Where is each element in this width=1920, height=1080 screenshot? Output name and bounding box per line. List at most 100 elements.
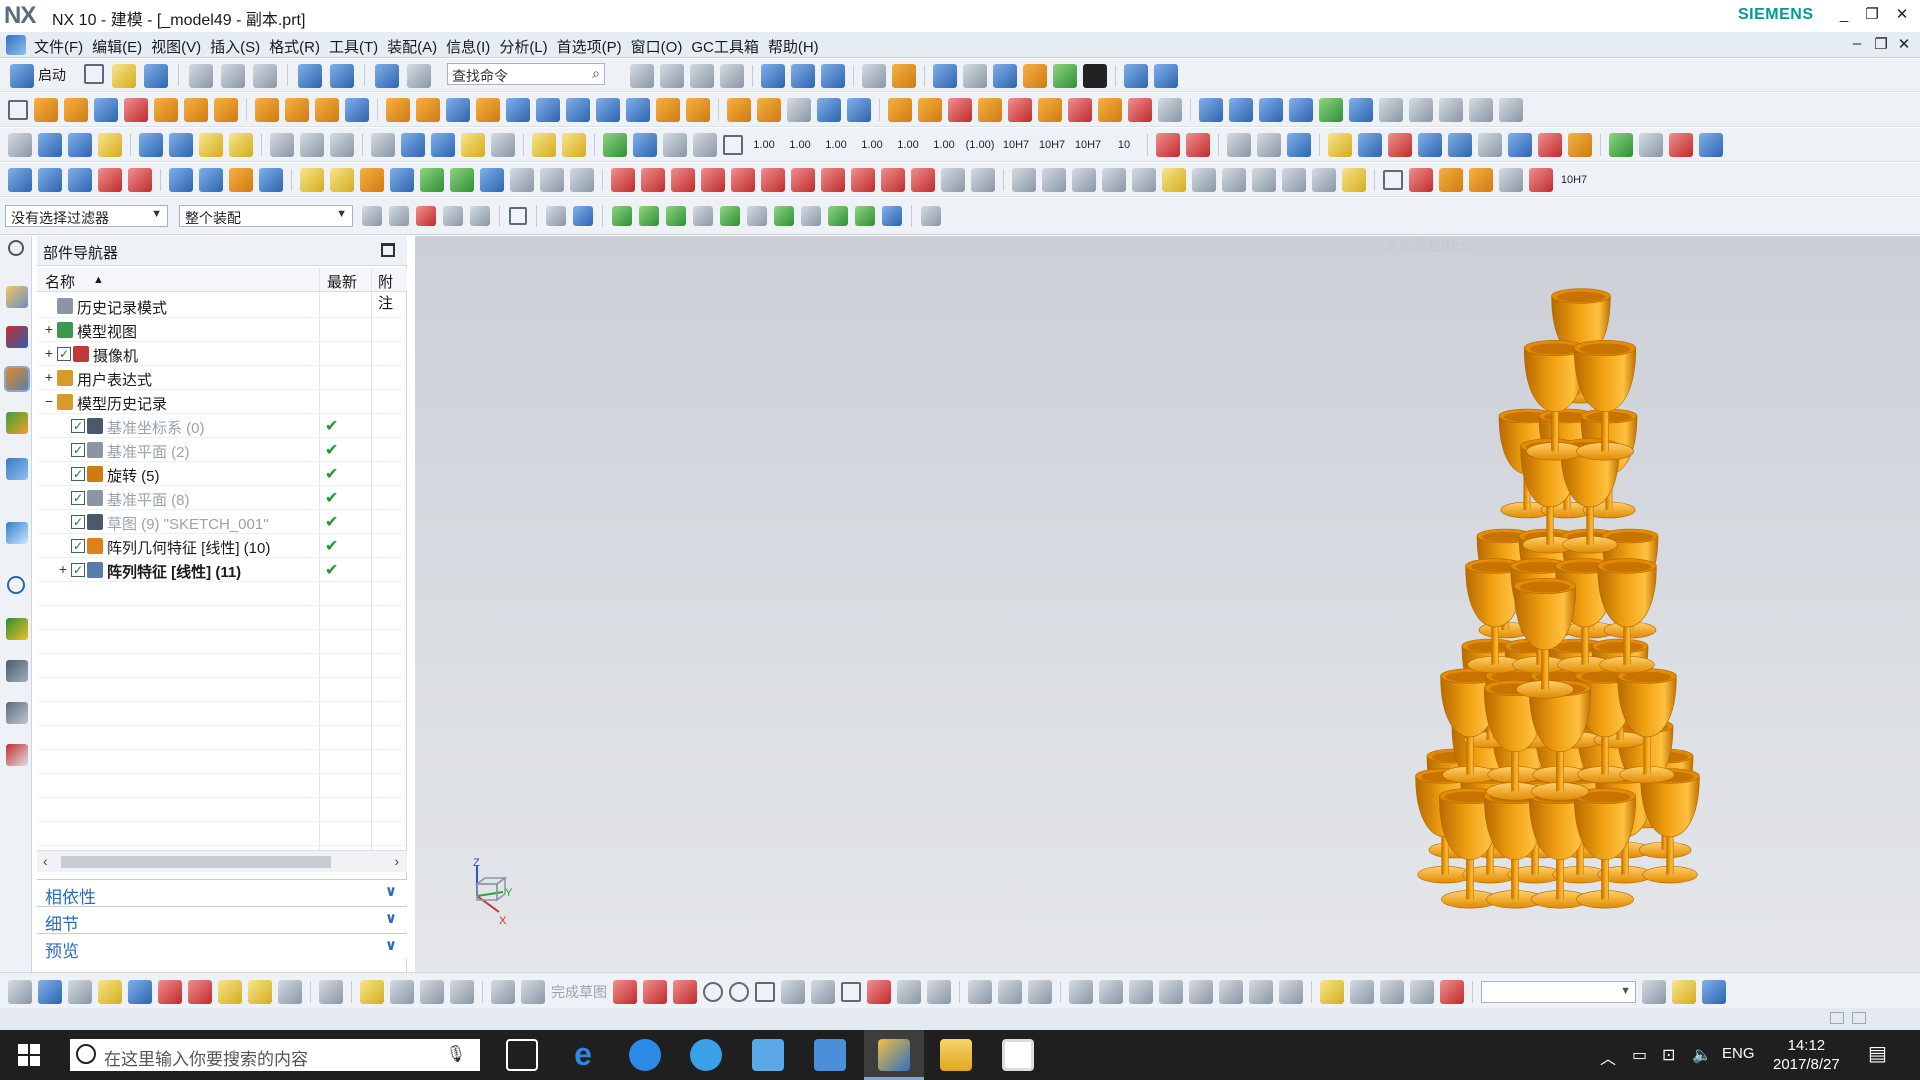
- tree-row[interactable]: + 用户表达式: [37, 366, 407, 390]
- tree-expander-icon[interactable]: +: [43, 321, 55, 337]
- system-scenes-icon[interactable]: [6, 744, 28, 766]
- divide-icon[interactable]: [450, 168, 474, 192]
- pattern-icon[interactable]: [315, 98, 339, 122]
- tree-checkbox[interactable]: ✓: [71, 419, 85, 433]
- file-explorer-icon[interactable]: [940, 1039, 972, 1071]
- groove-icon[interactable]: [285, 98, 309, 122]
- extrude-icon[interactable]: [34, 98, 58, 122]
- earth-icon[interactable]: [1418, 133, 1442, 157]
- dimension2-icon[interactable]: [1186, 133, 1210, 157]
- snap-face-icon[interactable]: [882, 206, 902, 226]
- select-body-icon[interactable]: [443, 206, 463, 226]
- color-icon[interactable]: [1568, 133, 1592, 157]
- windows-start-icon[interactable]: [18, 1044, 40, 1066]
- sketch-rectangle-icon[interactable]: [841, 982, 861, 1002]
- sketch-y2-icon[interactable]: [1350, 980, 1374, 1004]
- doc-restore-button[interactable]: ❐: [1870, 35, 1892, 53]
- offset-surface-icon[interactable]: [1469, 98, 1493, 122]
- sketch-extend-icon[interactable]: [998, 980, 1022, 1004]
- copy-icon[interactable]: [221, 64, 245, 88]
- tree-row[interactable]: + ✓ 摄像机: [37, 342, 407, 366]
- scroll-left-icon[interactable]: ‹: [43, 853, 48, 869]
- export-icon[interactable]: [1508, 133, 1532, 157]
- brick-icon[interactable]: [98, 133, 122, 157]
- sketch-delete-icon[interactable]: [1440, 980, 1464, 1004]
- copy-face-icon[interactable]: [1038, 98, 1062, 122]
- group-face-icon[interactable]: [1158, 98, 1182, 122]
- sketch-package-icon[interactable]: [319, 980, 343, 1004]
- roles-icon[interactable]: [6, 702, 28, 724]
- select-face-icon[interactable]: [470, 206, 490, 226]
- view-icon[interactable]: [933, 64, 957, 88]
- tree-checkbox[interactable]: ✓: [71, 467, 85, 481]
- scale-icon[interactable]: [626, 98, 650, 122]
- isoparametric-icon[interactable]: [259, 168, 283, 192]
- hyperbola-icon[interactable]: [821, 168, 845, 192]
- assembly-icon[interactable]: [38, 133, 62, 157]
- wrap-icon[interactable]: [360, 168, 384, 192]
- section-icon[interactable]: [1023, 64, 1047, 88]
- orient-icon[interactable]: [660, 64, 684, 88]
- table-icon[interactable]: [330, 133, 354, 157]
- label-chamfer-icon[interactable]: [1128, 98, 1152, 122]
- sketch-tools-icon[interactable]: [8, 980, 32, 1004]
- synch-icon[interactable]: [888, 98, 912, 122]
- law-curve-icon[interactable]: [911, 168, 935, 192]
- save-icon[interactable]: [144, 64, 168, 88]
- mesh-icon[interactable]: [1222, 168, 1246, 192]
- snap-intersection-icon[interactable]: [747, 206, 767, 226]
- revolve-icon[interactable]: [64, 98, 88, 122]
- helix-icon[interactable]: [98, 168, 122, 192]
- menu-item[interactable]: 视图(V): [151, 36, 210, 57]
- spring-icon[interactable]: [371, 133, 395, 157]
- tree-row[interactable]: ✓ 基准坐标系 (0) ✔: [37, 414, 407, 438]
- combine-icon[interactable]: [390, 168, 414, 192]
- menu-item[interactable]: 帮助(H): [768, 36, 828, 57]
- surface-icon[interactable]: [1199, 98, 1223, 122]
- tree-row[interactable]: + 模型视图: [37, 318, 407, 342]
- command-search-input[interactable]: 查找命令 ⌕: [447, 63, 605, 85]
- fit-icon[interactable]: [690, 64, 714, 88]
- tree-row[interactable]: − 模型历史记录: [37, 390, 407, 414]
- delete-face-icon[interactable]: [817, 98, 841, 122]
- snap-curve-icon[interactable]: [971, 168, 995, 192]
- move-icon[interactable]: [821, 64, 845, 88]
- finish-sketch-flag-icon[interactable]: [491, 980, 515, 1004]
- tolerance-label[interactable]: 10H7: [1001, 133, 1031, 157]
- trace-icon[interactable]: [510, 168, 534, 192]
- shell-icon[interactable]: [536, 98, 560, 122]
- taskbar-clock[interactable]: 14:12 2017/8/27: [1773, 1036, 1840, 1074]
- dark-square-icon[interactable]: [1132, 168, 1156, 192]
- offset-curve-icon[interactable]: [169, 168, 193, 192]
- tree-checkbox[interactable]: ✓: [71, 563, 85, 577]
- sketch-view-icon[interactable]: [1642, 980, 1666, 1004]
- block-icon[interactable]: [1669, 133, 1693, 157]
- dependencies-panel[interactable]: 相依性 ∨: [37, 879, 407, 907]
- interpart-icon[interactable]: [300, 133, 324, 157]
- finish-sketch-button[interactable]: 完成草图: [551, 982, 607, 1002]
- tolerance-label[interactable]: 1.00: [893, 133, 923, 157]
- cut-face-icon[interactable]: [1068, 98, 1092, 122]
- polygon-icon[interactable]: [731, 168, 755, 192]
- pad-icon[interactable]: [214, 98, 238, 122]
- swept-icon[interactable]: [1259, 98, 1283, 122]
- sketch-geometric-icon[interactable]: [1099, 980, 1123, 1004]
- bounded-plane-icon[interactable]: [1319, 98, 1343, 122]
- sketch-circle-icon[interactable]: [703, 982, 723, 1002]
- constraint-navigator-icon[interactable]: [6, 326, 28, 348]
- arc-2-icon[interactable]: [641, 168, 665, 192]
- disk-icon[interactable]: [1042, 168, 1066, 192]
- bridge-icon[interactable]: [300, 168, 324, 192]
- wave-icon[interactable]: [8, 133, 32, 157]
- replace-face-icon[interactable]: [787, 98, 811, 122]
- ruler-icon[interactable]: [892, 64, 916, 88]
- tree-checkbox[interactable]: ✓: [71, 491, 85, 505]
- line-icon[interactable]: [68, 168, 92, 192]
- edge-browser-icon[interactable]: e: [567, 1038, 599, 1071]
- snap-mode-icon[interactable]: [546, 206, 566, 226]
- layer-icon[interactable]: [630, 64, 654, 88]
- fit-symbol-label[interactable]: 10H7: [1559, 168, 1589, 192]
- ellipse-icon[interactable]: [761, 168, 785, 192]
- studio-icon[interactable]: [1289, 98, 1313, 122]
- cut-icon[interactable]: [189, 64, 213, 88]
